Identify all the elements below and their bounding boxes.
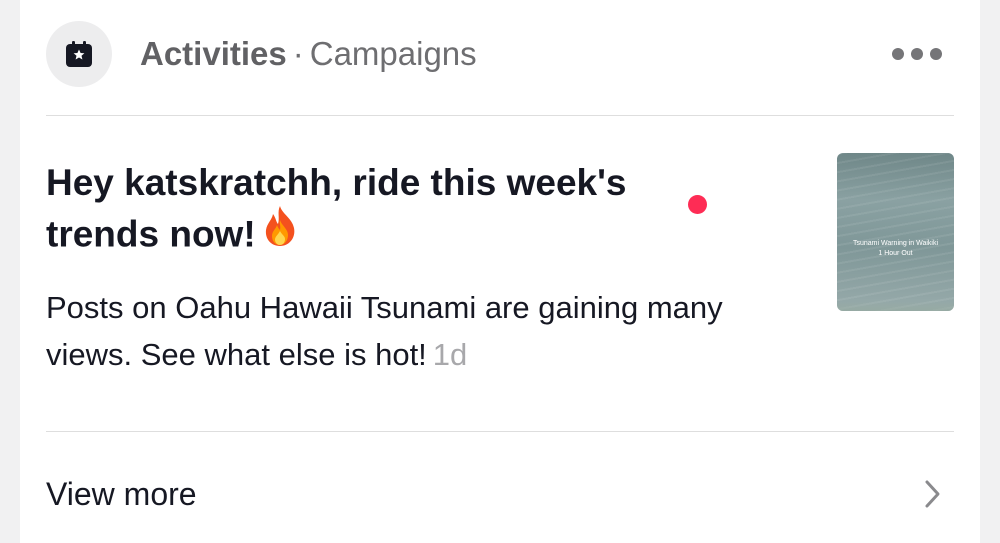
notification-timestamp: 1d bbox=[432, 337, 468, 372]
header-title: Activities · Campaigns bbox=[140, 33, 477, 75]
more-dot bbox=[911, 48, 923, 60]
notification-title[interactable]: Hey katskratchh, ride this week's trends… bbox=[46, 158, 686, 265]
calendar-star-icon bbox=[66, 41, 92, 67]
calendar-icon-badge bbox=[46, 21, 112, 87]
unread-indicator bbox=[688, 195, 707, 214]
thumbnail-caption: Tsunami Warning in Waikiki 1 Hour Out bbox=[837, 239, 954, 259]
thumbnail-shore bbox=[837, 301, 954, 311]
more-options-button[interactable] bbox=[892, 47, 948, 61]
thumbnail-ocean bbox=[837, 153, 954, 311]
card-header: Activities · Campaigns bbox=[20, 0, 980, 115]
fire-emoji-icon bbox=[260, 204, 300, 261]
subcategory-label: Campaigns bbox=[309, 35, 477, 72]
chevron-right-icon bbox=[925, 480, 940, 508]
header-separator: · bbox=[292, 35, 304, 72]
notification-title-text: Hey katskratchh, ride this week's trends… bbox=[46, 162, 627, 255]
thumbnail-caption-line2: 1 Hour Out bbox=[878, 250, 913, 257]
notification-card: Activities · Campaigns Hey katskratchh, ri… bbox=[20, 0, 980, 543]
view-more-button[interactable]: View more bbox=[20, 432, 980, 543]
more-dot bbox=[930, 48, 942, 60]
notification-body: Posts on Oahu Hawaii Tsunami are gaining… bbox=[46, 284, 806, 378]
more-dot bbox=[892, 48, 904, 60]
view-more-label: View more bbox=[46, 476, 197, 512]
thumbnail-caption-line1: Tsunami Warning in Waikiki bbox=[852, 240, 939, 247]
video-thumbnail[interactable]: Tsunami Warning in Waikiki 1 Hour Out bbox=[837, 153, 954, 311]
category-label: Activities bbox=[140, 35, 287, 72]
notification-body-text: Posts on Oahu Hawaii Tsunami are gaining… bbox=[46, 290, 723, 372]
header-divider bbox=[46, 115, 954, 116]
